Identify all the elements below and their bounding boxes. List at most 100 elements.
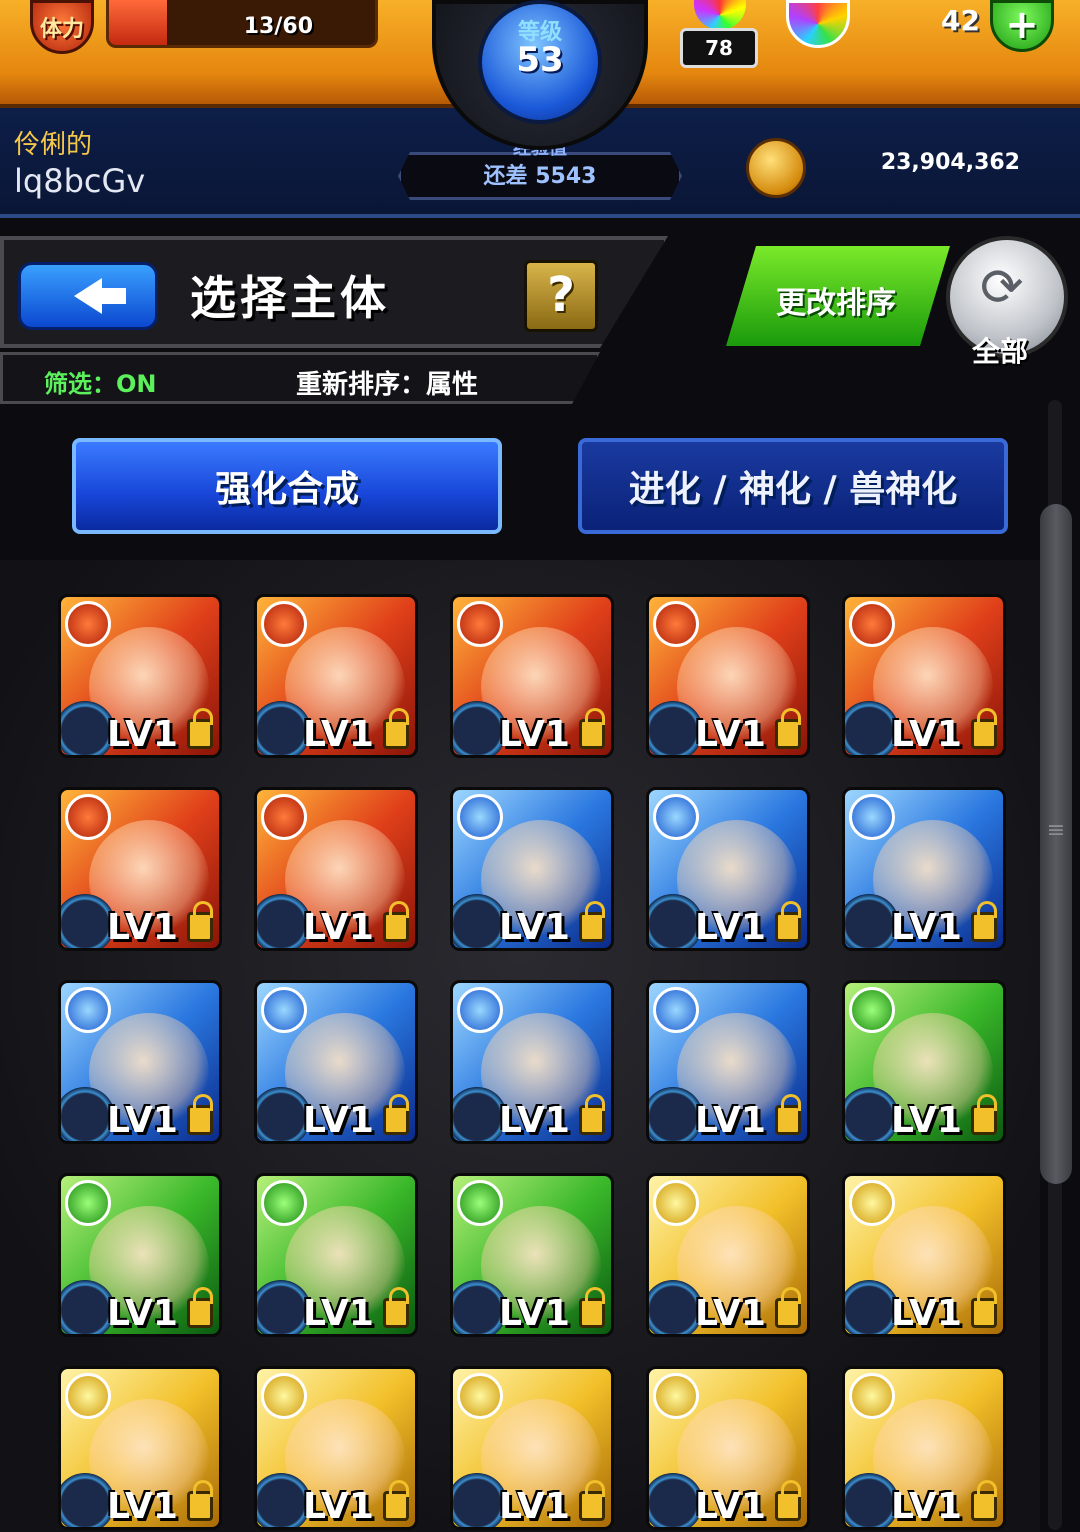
monster-level: LV1 (499, 907, 570, 948)
lock-icon[interactable] (971, 901, 997, 942)
light-attribute-icon (457, 1373, 503, 1419)
lock-icon[interactable] (187, 1287, 213, 1328)
tab-enhance-fusion[interactable]: 强化合成 (72, 438, 502, 534)
monster-card[interactable]: LV1 (646, 1173, 810, 1337)
monster-level: LV1 (499, 1486, 570, 1527)
scrollbar-grip-icon: ≡ (1046, 818, 1066, 843)
lock-icon[interactable] (579, 1094, 605, 1135)
lock-icon[interactable] (579, 1480, 605, 1521)
monster-card[interactable]: LV1 (646, 1366, 810, 1530)
fire-attribute-icon (65, 794, 111, 840)
fire-attribute-icon (653, 601, 699, 647)
light-attribute-icon (849, 1180, 895, 1226)
monster-level: LV1 (891, 907, 962, 948)
fire-attribute-icon (849, 601, 895, 647)
lock-icon[interactable] (187, 1480, 213, 1521)
monster-card[interactable]: LV1 (254, 980, 418, 1144)
monster-card[interactable]: LV1 (450, 1173, 614, 1337)
coin-count: 23,904,362 (880, 150, 1020, 175)
monster-card[interactable]: LV1 (842, 787, 1006, 951)
player-name: lq8bcGv (14, 162, 146, 200)
monster-card[interactable]: LV1 (254, 1366, 418, 1530)
monster-card[interactable]: LV1 (450, 594, 614, 758)
lock-icon[interactable] (187, 708, 213, 749)
lock-icon[interactable] (579, 1287, 605, 1328)
lock-icon[interactable] (775, 1480, 801, 1521)
monster-card[interactable]: LV1 (842, 980, 1006, 1144)
monster-card[interactable]: LV1 (646, 594, 810, 758)
tab-evolve[interactable]: 进化 / 神化 / 兽神化 (578, 438, 1008, 534)
monster-card[interactable]: LV1 (58, 787, 222, 951)
monster-level: LV1 (303, 1293, 374, 1334)
monster-level: LV1 (107, 714, 178, 755)
wood-attribute-icon (65, 1180, 111, 1226)
wood-attribute-icon (457, 1180, 503, 1226)
monster-level: LV1 (695, 714, 766, 755)
orb-count: 42 (941, 4, 980, 37)
monster-level: LV1 (695, 1486, 766, 1527)
lock-icon[interactable] (775, 901, 801, 942)
lock-icon[interactable] (971, 708, 997, 749)
level-value: 53 (516, 40, 564, 80)
lock-icon[interactable] (579, 708, 605, 749)
monster-card[interactable]: LV1 (58, 980, 222, 1144)
lock-icon[interactable] (383, 901, 409, 942)
monster-card[interactable]: LV1 (254, 1173, 418, 1337)
monster-card[interactable]: LV1 (842, 1366, 1006, 1530)
help-button[interactable]: ? (524, 260, 598, 332)
monster-card[interactable]: LV1 (646, 980, 810, 1144)
monster-card[interactable]: LV1 (58, 594, 222, 758)
monster-card[interactable]: LV1 (254, 787, 418, 951)
wood-attribute-icon (261, 1180, 307, 1226)
coin-icon (746, 138, 806, 198)
scrollbar-thumb[interactable] (1040, 504, 1072, 1184)
lock-icon[interactable] (971, 1287, 997, 1328)
fire-attribute-icon (65, 601, 111, 647)
monster-card[interactable]: LV1 (450, 787, 614, 951)
lock-icon[interactable] (971, 1094, 997, 1135)
monster-level: LV1 (891, 714, 962, 755)
monster-card[interactable]: LV1 (58, 1366, 222, 1530)
monster-card[interactable]: LV1 (450, 980, 614, 1144)
lock-icon[interactable] (383, 1094, 409, 1135)
lock-icon[interactable] (383, 708, 409, 749)
sort-status: 重新排序：属性 (296, 370, 479, 400)
monster-card[interactable]: LV1 (646, 787, 810, 951)
monster-level: LV1 (499, 714, 570, 755)
fire-attribute-icon (261, 601, 307, 647)
monster-level: LV1 (107, 1486, 178, 1527)
lock-icon[interactable] (383, 1480, 409, 1521)
monster-card[interactable]: LV1 (842, 1173, 1006, 1337)
light-attribute-icon (65, 1373, 111, 1419)
light-attribute-icon (653, 1373, 699, 1419)
water-attribute-icon (653, 794, 699, 840)
monster-card[interactable]: LV1 (254, 594, 418, 758)
change-sort-label: 更改排序 (776, 286, 896, 321)
stamina-fill (109, 0, 167, 45)
lock-icon[interactable] (187, 1094, 213, 1135)
monster-card[interactable]: LV1 (450, 1366, 614, 1530)
stamina-text: 13/60 (243, 14, 313, 39)
water-attribute-icon (653, 987, 699, 1033)
lock-icon[interactable] (775, 1094, 801, 1135)
lock-icon[interactable] (383, 1287, 409, 1328)
lock-icon[interactable] (775, 1287, 801, 1328)
monster-level: LV1 (107, 907, 178, 948)
water-attribute-icon (849, 794, 895, 840)
monster-level: LV1 (499, 1100, 570, 1141)
monster-level: LV1 (499, 1293, 570, 1334)
lock-icon[interactable] (187, 901, 213, 942)
stamina-bar: 13/60 (106, 0, 378, 48)
monster-card[interactable]: LV1 (842, 594, 1006, 758)
monster-level: LV1 (303, 907, 374, 948)
fire-attribute-icon (457, 601, 503, 647)
lock-icon[interactable] (971, 1480, 997, 1521)
lock-icon[interactable] (579, 901, 605, 942)
screen-title: 选择主体 (190, 271, 390, 325)
lock-icon[interactable] (775, 708, 801, 749)
monster-level: LV1 (107, 1293, 178, 1334)
light-attribute-icon (849, 1373, 895, 1419)
back-button[interactable] (18, 262, 158, 330)
monster-card[interactable]: LV1 (58, 1173, 222, 1337)
filter-toggle[interactable]: 筛选：ON (44, 364, 157, 399)
